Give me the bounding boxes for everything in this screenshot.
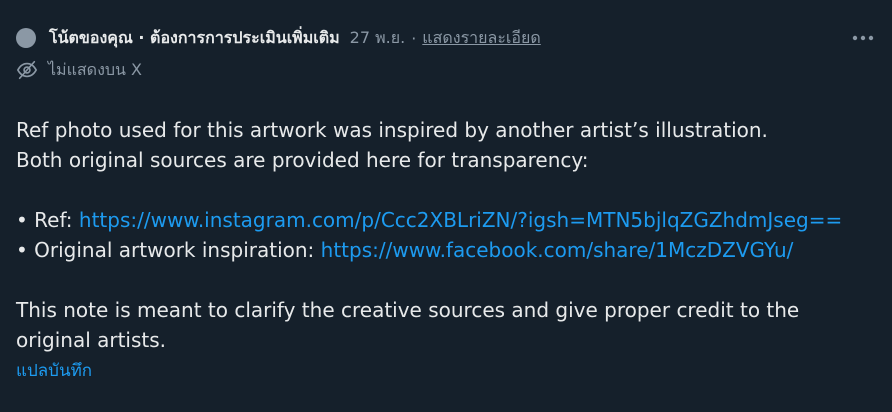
eye-off-icon xyxy=(16,60,38,80)
more-options-button[interactable] xyxy=(850,26,876,50)
note-date: 27 พ.ย. xyxy=(349,27,406,47)
ref-url-link[interactable]: https://www.instagram.com/p/Ccc2XBLriZN/… xyxy=(79,208,842,232)
show-details-link[interactable]: แสดงรายละเอียด xyxy=(422,26,540,51)
community-note: โน้ตของคุณ · ต้องการการประเมินเพิ่มเติม … xyxy=(0,0,892,412)
body-line-2: Both original sources are provided here … xyxy=(16,148,589,172)
original-label: • Original artwork inspiration: xyxy=(16,238,321,262)
ref-line: • Ref: https://www.instagram.com/p/Ccc2X… xyxy=(16,205,882,235)
closing-line-1: This note is meant to clarify the creati… xyxy=(16,298,800,322)
note-status-dot xyxy=(16,28,36,48)
visibility-status: ไม่แสดงบน X xyxy=(16,58,142,82)
original-url-link[interactable]: https://www.facebook.com/share/1MczDZVGY… xyxy=(321,238,794,262)
note-title: โน้ตของคุณ · ต้องการการประเมินเพิ่มเติม xyxy=(49,27,340,47)
visibility-label: ไม่แสดงบน X xyxy=(48,59,143,79)
note-body: Ref photo used for this artwork was insp… xyxy=(16,115,882,355)
separator: · xyxy=(411,28,417,48)
translate-note-link[interactable]: แปลบันทึก xyxy=(16,357,92,384)
closing-line-2: original artists. xyxy=(16,328,167,352)
ref-label: • Ref: xyxy=(16,208,79,232)
body-line-1: Ref photo used for this artwork was insp… xyxy=(16,118,768,142)
more-horizontal-icon xyxy=(852,35,874,41)
original-line: • Original artwork inspiration: https://… xyxy=(16,235,882,265)
note-header: โน้ตของคุณ · ต้องการการประเมินเพิ่มเติม … xyxy=(16,26,876,50)
